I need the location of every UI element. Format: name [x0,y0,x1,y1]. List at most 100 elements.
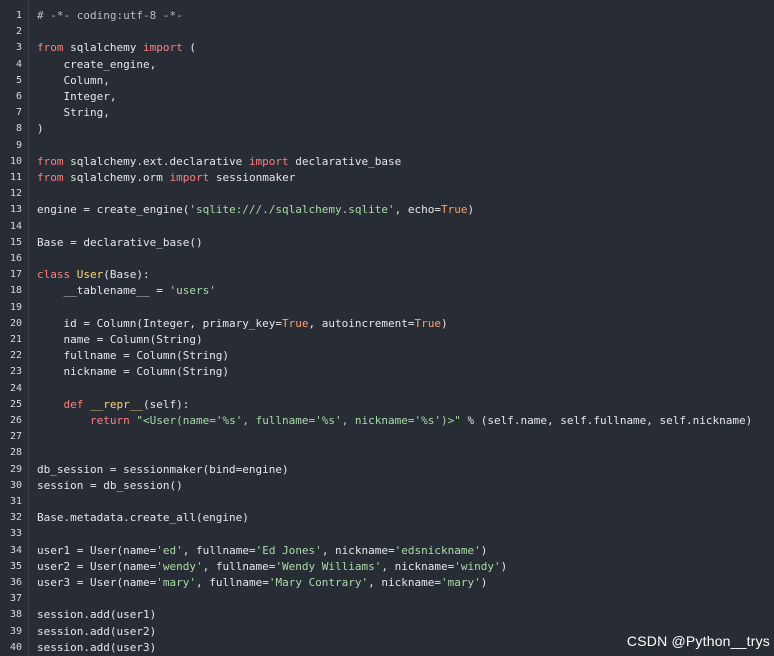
code-token: 'sqlite:///./sqlalchemy.sqlite' [189,203,395,217]
code-text: __tablename__ = 'users' [37,283,215,299]
code-line: 16 [0,251,774,267]
line-number: 28 [9,447,22,459]
code-token: fullname = Column(String) [37,349,230,363]
code-token: , fullname= [202,559,276,573]
code-token: ) [467,203,475,217]
code-token: ) [37,122,44,136]
line-number: 27 [9,431,22,443]
code-text: Base = declarative_base() [37,235,203,251]
code-line: 37 [0,591,774,607]
code-token: create_engine, [37,57,157,71]
code-text: db_session = sessionmaker(bind=engine) [37,462,289,478]
line-number: 3 [15,42,22,54]
code-line: 18 __tablename__ = 'users' [0,283,774,299]
code-token: # -*- coding:utf-8 -*- [37,9,183,22]
code-token: , nickname= [368,576,442,589]
code-text: def __repr__(self): [37,397,190,413]
line-number: 4 [15,58,22,70]
code-token: class [37,268,71,282]
line-number: 25 [9,398,22,410]
code-token: 'Mary Contrary' [268,576,369,589]
code-text: from sqlalchemy.ext.declarative import d… [37,154,401,170]
code-token: , fullname= [182,543,256,557]
code-line: 4 create_engine, [0,57,774,73]
code-line: 11 from sqlalchemy.orm import sessionmake… [0,170,774,186]
code-line: 5 Column, [0,73,774,89]
code-line: 33 [0,526,774,542]
code-token: True [414,316,442,330]
code-token: sqlalchemy.ext.declarative [63,154,249,168]
line-number: 11 [9,172,22,183]
code-token: "<User(name='%s', fullname='%s', nicknam… [136,414,461,427]
code-token: def [63,397,84,411]
code-text: from sqlalchemy.orm import sessionmaker [37,170,295,186]
code-line: 6 Integer, [0,89,774,105]
code-line: 36 user3 = User(name='mary', fullname='Ma… [0,575,774,591]
line-number: 10 [9,155,22,167]
code-text: from sqlalchemy import ( [37,40,196,56]
code-token: from [37,171,64,184]
line-number: 39 [9,625,22,637]
code-token: session.add(user1) [37,608,157,622]
code-line: 31 [0,494,774,510]
code-text: Column, [37,73,109,89]
watermark: CSDN @Python__trys [626,633,770,649]
code-line: 28 [0,445,774,461]
code-line: 23 nickname = Column(String) [0,364,774,380]
code-token: session.add(user3) [37,640,157,654]
code-token: import [142,41,183,55]
code-token: , echo= [394,203,441,217]
line-number: 13 [9,204,22,216]
line-number: 30 [9,479,22,491]
code-token: (Base): [103,268,150,282]
code-token: ) [441,316,448,330]
code-token: declarative_base [288,154,402,168]
code-text: # -*- coding:utf-8 -*- [37,8,183,24]
code-token: User [76,268,104,282]
code-line: 34 user1 = User(name='ed', fullname='Ed J… [0,543,774,559]
code-text: ) [37,121,44,137]
code-text: id = Column(Integer, primary_key=True, a… [37,316,448,332]
code-line: 30 session = db_session() [0,478,774,494]
line-number: 24 [9,382,22,394]
code-text: user3 = User(name='mary', fullname='Mary… [37,575,487,591]
code-line: 29 db_session = sessionmaker(bind=engine) [0,462,774,478]
code-token: id = Column(Integer, primary_key= [37,316,283,330]
code-line: 12 [0,186,774,202]
code-text: nickname = Column(String) [37,364,229,380]
code-token: db_session = sessionmaker(bind=engine) [37,462,289,476]
code-editor[interactable]: 1 # -*- coding:utf-8 -*- 2 3 from sqlalchemy… [0,0,774,655]
code-line: 26 return "<User(name='%s', fullname='%s… [0,413,774,429]
code-token: 'edsnickname' [394,543,481,557]
code-token: name = Column(String) [37,333,203,346]
code-token: engine = create_engine( [37,203,190,217]
code-token: , fullname= [195,576,269,589]
code-line: 1 # -*- coding:utf-8 -*- [0,8,774,24]
code-token: 'Wendy Williams' [275,559,382,573]
code-token: sqlalchemy [63,41,143,55]
line-number: 35 [9,560,22,572]
code-token: session = db_session() [37,478,183,492]
code-text: session = db_session() [37,478,183,494]
code-line: 14 [0,219,774,235]
code-token: , nickname= [321,543,395,557]
code-line: 17 class User(Base): [0,267,774,283]
code-line: 3 from sqlalchemy import ( [0,40,774,56]
code-token: 'mary' [441,576,481,589]
code-text: create_engine, [37,57,156,73]
code-token: ( [182,41,196,55]
line-number: 21 [9,334,22,345]
code-text: session.add(user1) [37,607,156,623]
line-number: 32 [9,512,22,524]
line-number: 22 [9,350,22,362]
code-token: from [37,154,64,168]
line-number: 6 [15,91,22,102]
line-number: 14 [9,220,22,232]
code-token: import [169,171,210,184]
code-token: True [441,203,468,217]
code-text: Integer, [37,89,116,105]
code-token: ) [500,559,508,573]
line-number: 38 [9,609,22,621]
line-number: 26 [9,415,22,426]
